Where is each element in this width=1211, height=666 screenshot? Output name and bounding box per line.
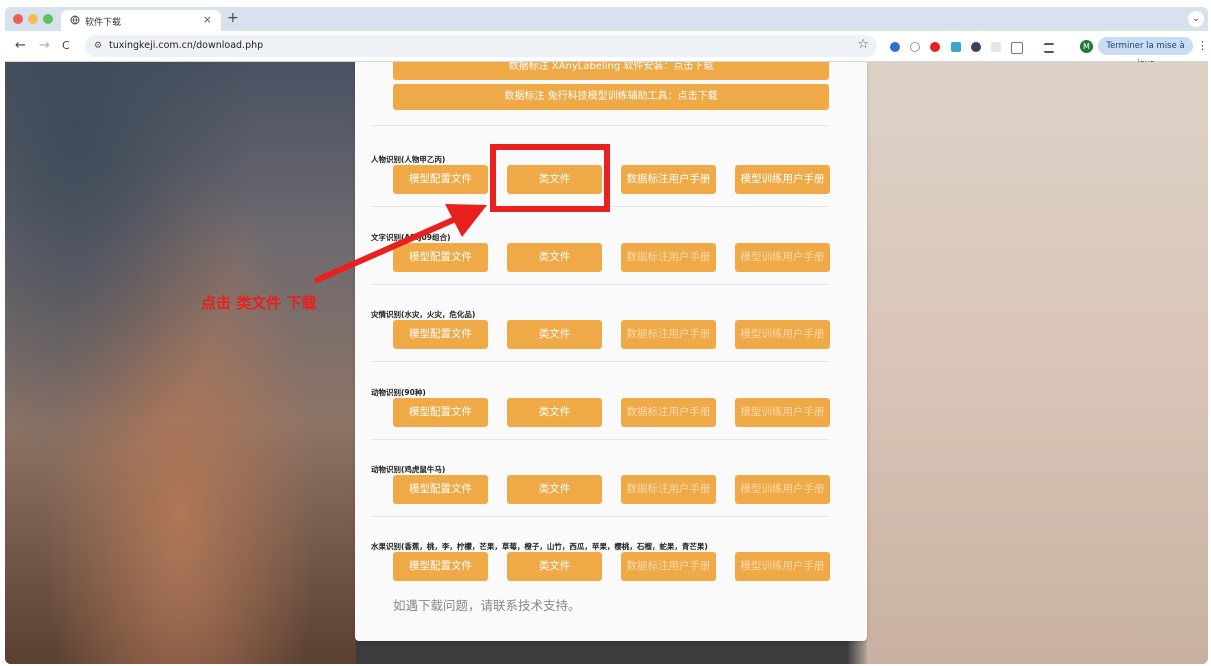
tab-strip: 软件下载 × + ⌄ bbox=[5, 7, 1208, 31]
avatar[interactable]: M bbox=[1080, 40, 1093, 53]
tab-close-icon[interactable]: × bbox=[203, 13, 212, 26]
annotation-label: 点击 类文件 下载 bbox=[201, 294, 317, 312]
page-viewport: 数据标注 XAnyLabeling 软件安装：点击下载 数据标注 兔行科技模型训… bbox=[5, 62, 1208, 664]
extension-icon[interactable] bbox=[971, 42, 981, 52]
url-field[interactable]: ⚙ tuxingkeji.com.cn/download.php ☆ bbox=[85, 35, 877, 57]
new-tab-icon[interactable]: + bbox=[227, 10, 239, 26]
extension-icon[interactable] bbox=[991, 42, 1001, 52]
reading-list-icon[interactable] bbox=[1044, 43, 1054, 53]
extension-icon[interactable] bbox=[910, 42, 920, 52]
extension-icon[interactable] bbox=[951, 42, 961, 52]
arrow-icon bbox=[314, 204, 487, 283]
finish-update-button[interactable]: Terminer la mise à jour bbox=[1098, 37, 1193, 69]
puzzle-icon[interactable] bbox=[1011, 42, 1023, 54]
extension-icon[interactable] bbox=[890, 42, 900, 52]
tab-active[interactable]: 软件下载 × bbox=[61, 10, 221, 31]
url-text[interactable]: tuxingkeji.com.cn/download.php bbox=[109, 40, 263, 51]
forward-icon[interactable]: → bbox=[39, 38, 50, 53]
tab-search-icon[interactable]: ⌄ bbox=[1188, 11, 1204, 27]
close-window-icon[interactable] bbox=[13, 14, 23, 24]
back-icon[interactable]: ← bbox=[15, 38, 26, 53]
zoom-window-icon[interactable] bbox=[43, 14, 53, 24]
reload-icon[interactable]: C bbox=[62, 39, 70, 52]
address-bar-row: ← → C ⚙ tuxingkeji.com.cn/download.php ☆… bbox=[5, 31, 1208, 69]
globe-icon bbox=[70, 15, 80, 25]
tab-title: 软件下载 bbox=[85, 18, 122, 28]
minimize-window-icon[interactable] bbox=[28, 14, 38, 24]
site-info-icon[interactable]: ⚙ bbox=[91, 39, 105, 53]
browser-window: 软件下载 × + ⌄ ← → C ⚙ tuxingkeji.com.cn/dow… bbox=[5, 7, 1208, 664]
opera-extension-icon[interactable] bbox=[930, 42, 940, 52]
menu-icon[interactable]: ⋮ bbox=[1197, 39, 1208, 52]
bookmark-star-icon[interactable]: ☆ bbox=[857, 37, 869, 52]
